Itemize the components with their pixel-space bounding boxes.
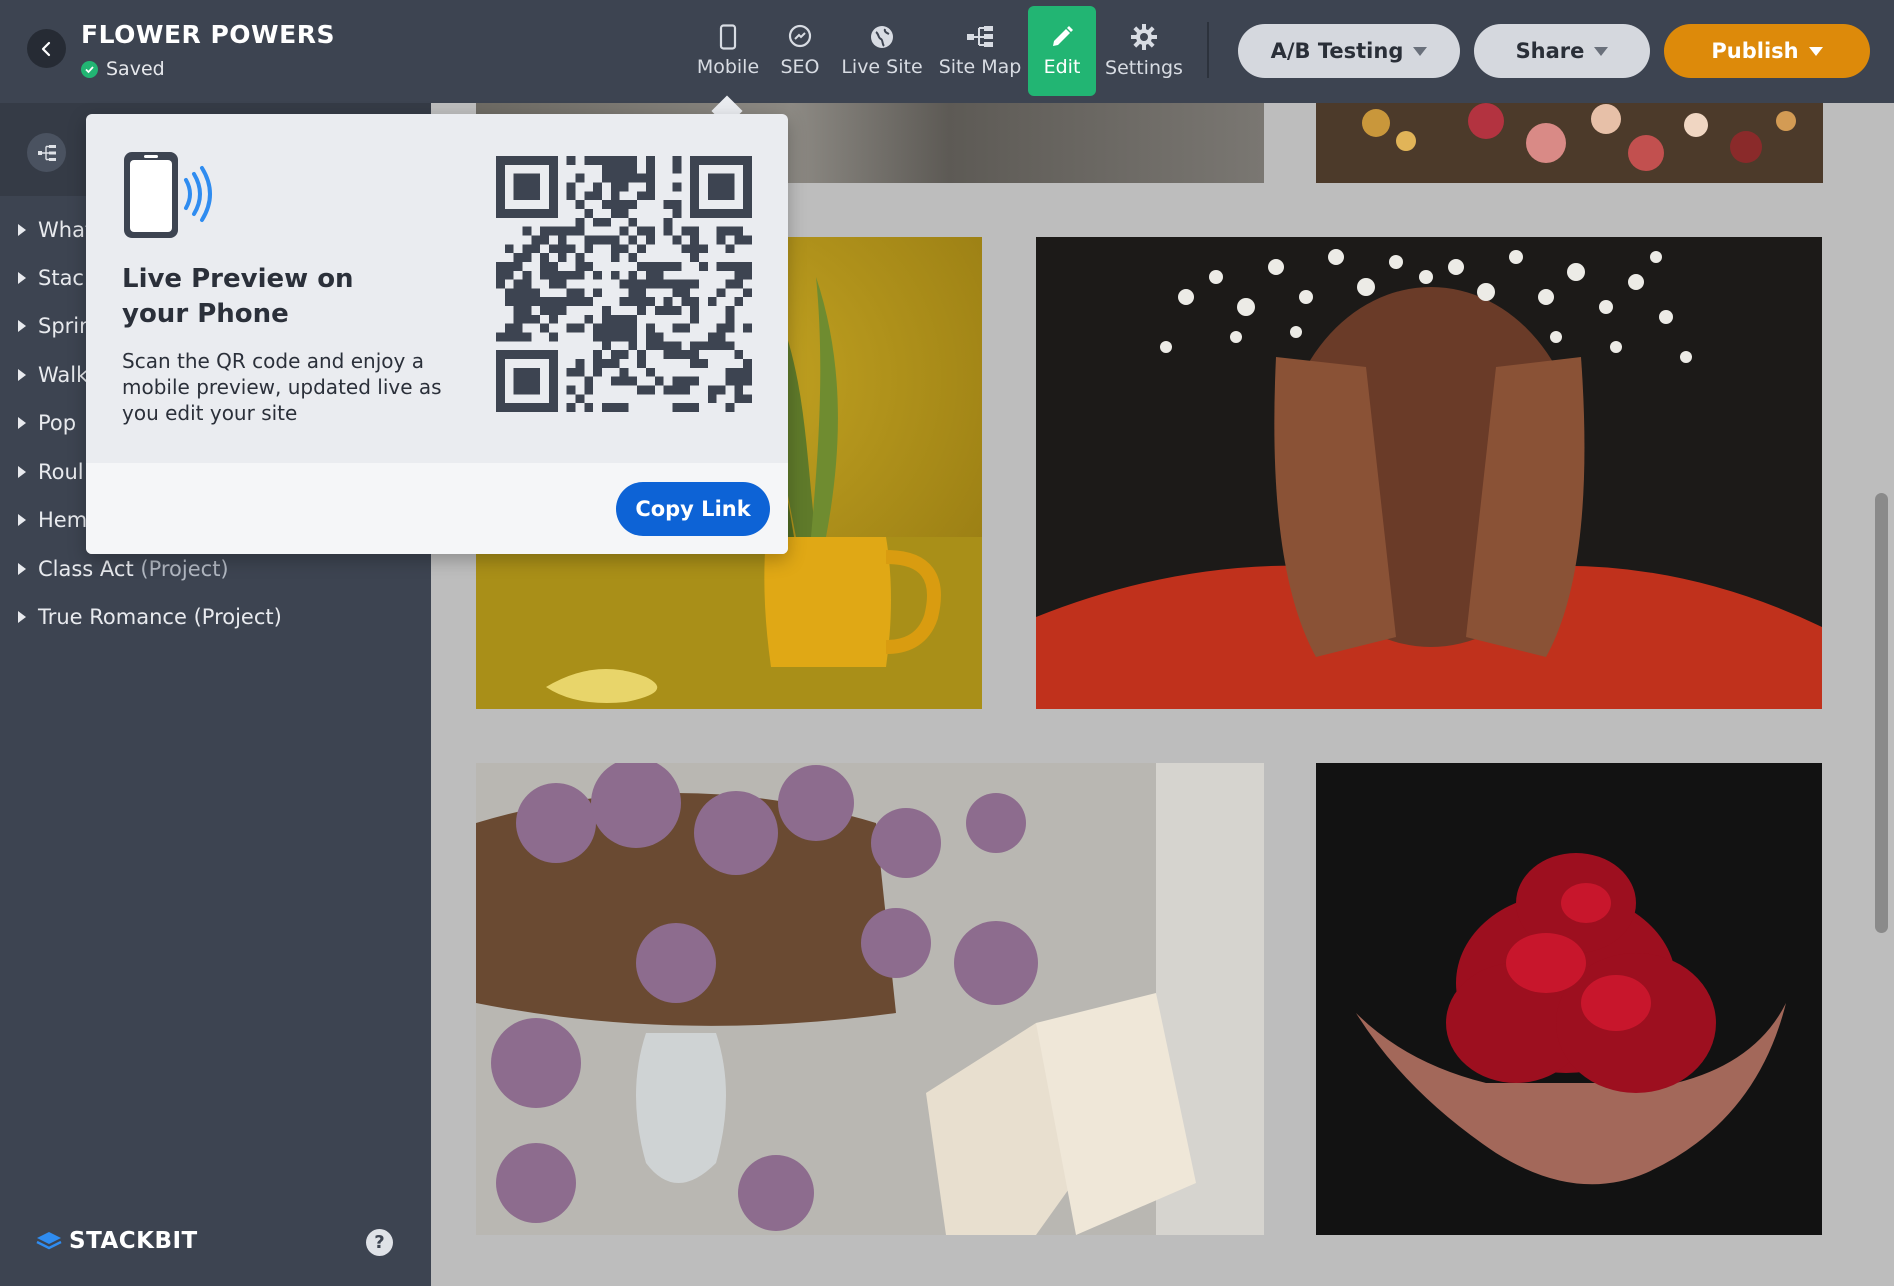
brand-name: STACKBIT: [69, 1228, 198, 1254]
sidebar-item[interactable]: True Romance (Project): [18, 605, 282, 629]
chevron-left-icon: [41, 41, 50, 56]
phone-icon: [719, 24, 737, 50]
lilacs-and-book-image: [476, 763, 1264, 1235]
sidebar-item-type: (Project): [193, 605, 282, 629]
copy-link-button[interactable]: Copy Link: [616, 482, 770, 536]
nav-settings[interactable]: Settings: [1104, 6, 1184, 96]
ab-testing-button[interactable]: A/B Testing: [1238, 24, 1460, 78]
qr-code: [496, 156, 752, 412]
expand-arrow-icon[interactable]: [18, 320, 26, 332]
nav-live-site-label: Live Site: [841, 56, 923, 78]
share-label: Share: [1515, 39, 1585, 63]
expand-arrow-icon[interactable]: [18, 417, 26, 429]
publish-label: Publish: [1711, 39, 1799, 63]
nav-site-map[interactable]: Site Map: [936, 6, 1024, 96]
nav-seo[interactable]: SEO: [775, 6, 825, 96]
sidebar-item-label: Roul: [38, 460, 84, 484]
caret-down-icon: [1413, 46, 1428, 56]
expand-arrow-icon[interactable]: [18, 466, 26, 478]
sidebar-item-label: Sprin: [38, 314, 93, 338]
site-title: FLOWER POWERS: [81, 20, 335, 49]
expand-arrow-icon[interactable]: [18, 514, 26, 526]
nav-site-map-label: Site Map: [938, 56, 1022, 78]
sidebar-item-label: Pop: [38, 411, 77, 435]
nav-mobile[interactable]: Mobile: [691, 6, 765, 96]
sidebar-item[interactable]: Stac: [18, 266, 84, 290]
save-status-text: Saved: [106, 58, 165, 80]
sitemap-icon: [37, 144, 56, 161]
popover-description: Scan the QR code and enjoy a mobile prev…: [122, 349, 442, 425]
nav-edit-label: Edit: [1043, 56, 1081, 78]
flowers-over-face-image: [1036, 237, 1822, 709]
chat-trend-icon: [788, 24, 812, 48]
expand-arrow-icon[interactable]: [18, 369, 26, 381]
gallery-image[interactable]: [476, 763, 1264, 1235]
back-button[interactable]: [27, 29, 66, 68]
gallery-image[interactable]: [1316, 763, 1822, 1235]
sidebar-item[interactable]: Sprin: [18, 314, 92, 338]
share-button[interactable]: Share: [1474, 24, 1650, 78]
stackbit-logo[interactable]: STACKBIT: [35, 1228, 198, 1254]
flower-bouquet-image: [1316, 103, 1823, 183]
sidebar-item[interactable]: What: [18, 218, 93, 242]
sidebar-item[interactable]: Roul: [18, 460, 84, 484]
caret-down-icon: [1594, 46, 1609, 56]
popover-title: Live Preview on your Phone: [122, 264, 354, 329]
scrollbar[interactable]: [1875, 493, 1888, 933]
nav-live-site[interactable]: Live Site: [840, 6, 924, 96]
top-bar: FLOWER POWERS Saved Mobile SEO Live Site…: [0, 0, 1894, 103]
live-preview-popover: Live Preview on your Phone Scan the QR c…: [86, 114, 788, 554]
publish-button[interactable]: Publish: [1664, 24, 1870, 78]
caret-down-icon: [1808, 46, 1823, 56]
sidebar-item-label: Class Act: [38, 557, 134, 581]
expand-arrow-icon[interactable]: [18, 272, 26, 284]
sitemap-icon: [967, 26, 993, 47]
nav-settings-label: Settings: [1105, 57, 1183, 79]
stackbit-logo-icon: [36, 1232, 62, 1250]
toolbar-divider: [1207, 22, 1209, 78]
phone-signal-icon: [124, 152, 212, 238]
tree-view-button[interactable]: [27, 133, 66, 172]
sidebar-item-label: Hem: [38, 508, 88, 532]
gallery-image[interactable]: [1316, 103, 1823, 183]
sidebar-item-label: Walk: [38, 363, 89, 387]
globe-icon: [871, 26, 893, 48]
sidebar-item-type: (Project): [140, 557, 229, 581]
nav-edit[interactable]: Edit: [1028, 6, 1096, 96]
help-button[interactable]: ?: [366, 1229, 393, 1256]
sidebar-item[interactable]: Hem: [18, 508, 87, 532]
check-circle-icon: [81, 60, 98, 78]
sidebar-item[interactable]: Class Act (Project): [18, 557, 229, 581]
pencil-icon: [1053, 26, 1073, 46]
nav-mobile-label: Mobile: [696, 56, 760, 78]
save-status: Saved: [81, 58, 165, 80]
sidebar-item[interactable]: Pop: [18, 411, 76, 435]
sidebar-item[interactable]: Walk: [18, 363, 88, 387]
expand-arrow-icon[interactable]: [18, 563, 26, 575]
nav-seo-label: SEO: [780, 56, 820, 78]
gallery-image[interactable]: [1036, 237, 1822, 709]
popover-footer: Copy Link: [86, 463, 788, 554]
expand-arrow-icon[interactable]: [18, 611, 26, 623]
expand-arrow-icon[interactable]: [18, 224, 26, 236]
red-petals-in-hands-image: [1316, 763, 1822, 1235]
ab-testing-label: A/B Testing: [1270, 39, 1404, 63]
gear-icon: [1131, 24, 1157, 50]
sidebar-item-label: What: [38, 218, 94, 242]
sidebar-item-label: True Romance: [38, 605, 187, 629]
sidebar-item-label: Stac: [38, 266, 84, 290]
